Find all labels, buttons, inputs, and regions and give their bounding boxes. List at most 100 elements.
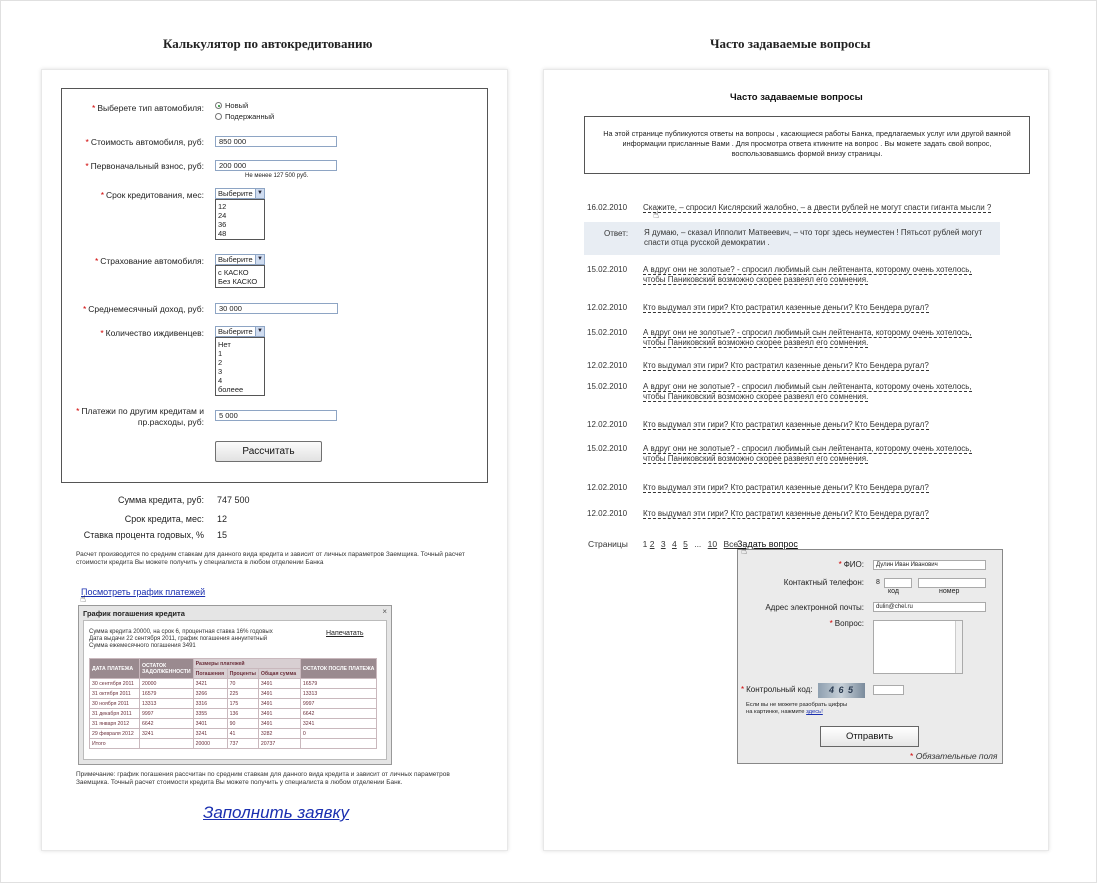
table-row: Итого 20000 737 20737 [89,738,378,749]
faq-heading: Часто задаваемые вопросы [730,92,863,103]
captcha-refresh-link[interactable]: здесь! [806,709,823,715]
question-line[interactable]: чтобы Паниковский возможно скорее развея… [643,337,869,348]
print-link[interactable]: Напечатать [326,630,364,637]
list-item[interactable]: Нет [218,340,262,349]
page-link[interactable]: 1 [643,539,648,549]
table-cell: 31 декабря 2011 [89,708,140,719]
question-line[interactable]: Кто выдумал эти гири? Кто растратил казе… [643,420,929,430]
radio-dot [215,102,222,109]
list-item[interactable]: 24 [218,211,262,220]
question-link[interactable]: А вдруг они не золотые? - спросил любимы… [643,265,972,285]
question-line[interactable]: А вдруг они не золотые? - спросил любимы… [643,265,972,275]
question-line[interactable]: А вдруг они не золотые? - спросил любимы… [643,444,972,454]
list-item[interactable]: Без КАСКО [218,277,262,286]
question-line[interactable]: Кто выдумал эти гири? Кто растратил казе… [643,483,929,493]
dependents-select[interactable]: Выберите ▼ [215,326,265,337]
list-item[interactable]: 4 [218,376,262,385]
question-label: * Вопрос: [829,619,864,628]
table-cell: 13313 [299,688,378,699]
price-label: * Стоимость автомобиля, руб: [85,137,205,147]
car-type-used-radio[interactable]: Подержанный [215,112,274,121]
question-link[interactable]: Кто выдумал эти гири? Кто растратил казе… [643,420,929,430]
other-payments-input[interactable]: 5 000 [215,410,337,421]
loan-sum-value: 747 500 [217,495,250,505]
question-line[interactable]: Кто выдумал эти гири? Кто растратил казе… [643,509,929,519]
question-line[interactable]: чтобы Паниковский возможно скорее развея… [643,453,869,464]
page-link[interactable]: 2 [650,539,655,549]
captcha-input[interactable] [873,685,904,695]
question-link[interactable]: А вдруг они не золотые? - спросил любимы… [643,382,972,402]
table-row: 29 февраля 2012 3241 3241 41 3282 0 [89,728,378,739]
answer-text: Я думаю, – сказал Ипполит Матвеевич, – ч… [644,228,982,248]
calc-form-box [61,88,488,483]
col-total: Общая сумма [257,668,301,679]
question-textarea[interactable] [873,620,963,674]
down-payment-input[interactable]: 200 000 [215,160,337,171]
list-item[interactable]: 2 [218,358,262,367]
question-link[interactable]: А вдруг они не золотые? - спросил любимы… [643,328,972,348]
price-input[interactable]: 850 000 [215,136,337,147]
question-line[interactable]: чтобы Паниковский возможно скорее развея… [643,391,869,402]
list-item[interactable]: 12 [218,202,262,211]
payment-schedule-link[interactable]: Посмотреть график платежей [81,587,205,597]
dependents-listbox[interactable]: Нет 1 2 3 4 болеее [215,337,265,396]
phone-code-input[interactable] [884,578,912,588]
answer-line: Я думаю, – сказал Ипполит Матвеевич, – ч… [644,228,983,237]
phone-prefix: 8 [876,579,880,586]
list-item[interactable]: 3 [218,367,262,376]
question-link[interactable]: А вдруг они не золотые? - спросил любимы… [643,444,972,464]
question-line[interactable]: Кто выдумал эти гири? Кто растратил казе… [643,303,929,313]
loan-term-label: Срок кредита, мес: [124,514,204,524]
table-cell: 20000 [139,678,194,689]
question-line[interactable]: А вдруг они не золотые? - спросил любимы… [643,328,972,338]
question-line[interactable]: А вдруг они не золотые? - спросил любимы… [643,382,972,392]
page-link[interactable]: 4 [672,539,677,549]
fio-input[interactable]: Дулин Иван Иванович [873,560,986,570]
question-link[interactable]: Кто выдумал эти гири? Кто растратил казе… [643,303,929,313]
chevron-down-icon: ▼ [255,327,264,336]
term-select[interactable]: Выберите ▼ [215,188,265,199]
list-item[interactable]: болеее [218,385,262,394]
schedule-footnote: Примечание: график погашения рассчитан п… [76,771,450,786]
insurance-listbox[interactable]: с КАСКО Без КАСКО [215,265,265,288]
captcha-hint-line: Если вы не можете разобрать цифры [746,702,848,708]
term-listbox[interactable]: 12 24 36 48 [215,199,265,240]
table-row: 30 сентября 2011 20000 3421 70 3491 16579 [89,678,378,689]
fio-label: * ФИО: [838,560,864,569]
table-cell: 3491 [257,688,301,699]
list-item[interactable]: с КАСКО [218,268,262,277]
table-cell: 9997 [299,698,378,709]
list-item[interactable]: 36 [218,220,262,229]
car-type-new-radio[interactable]: Новый [215,101,248,110]
calculate-button[interactable]: Рассчитать [215,441,322,462]
page-link[interactable]: 10 [708,539,717,549]
question-link[interactable]: Кто выдумал эти гири? Кто растратил казе… [643,361,929,371]
scrollbar[interactable] [955,621,962,673]
question-line[interactable]: Скажите, – спросил Кислярский жалобно, –… [643,203,992,213]
insurance-label: * Страхование автомобиля: [94,256,204,266]
list-item[interactable]: 48 [218,229,262,238]
close-icon[interactable]: × [382,607,387,616]
apply-link[interactable]: Заполнить заявку [203,803,349,823]
question-line[interactable]: Кто выдумал эти гири? Кто растратил казе… [643,361,929,371]
pagination: Страницы 1 2 3 4 5 ... 10 Все [588,539,742,549]
send-button[interactable]: Отправить [820,726,919,747]
question-link[interactable]: Кто выдумал эти гири? Кто растратил казе… [643,483,929,493]
question-date: 15.02.2010 [587,328,628,337]
question-link[interactable]: Скажите, – спросил Кислярский жалобно, –… [643,203,992,213]
hand-cursor-icon: ☝ [741,546,748,557]
insurance-select[interactable]: Выберите ▼ [215,254,265,265]
phone-number-input[interactable] [918,578,986,588]
table-row: 31 октября 2011 16579 3266 225 3491 13313 [89,688,378,699]
email-input[interactable]: dulin@chel.ru [873,602,986,612]
page-link[interactable]: 5 [683,539,688,549]
table-cell: 29 февраля 2012 [89,728,140,739]
page-link[interactable]: 3 [661,539,666,549]
list-item[interactable]: 1 [218,349,262,358]
question-link[interactable]: Кто выдумал эти гири? Кто растратил казе… [643,509,929,519]
question-line[interactable]: чтобы Паниковский возможно скорее развея… [643,274,869,285]
col-date: ДАТА ПЛАТЕЖА [89,658,140,679]
page-link-all[interactable]: Все [724,539,739,549]
income-input[interactable]: 30 000 [215,303,338,314]
table-cell [139,738,194,749]
